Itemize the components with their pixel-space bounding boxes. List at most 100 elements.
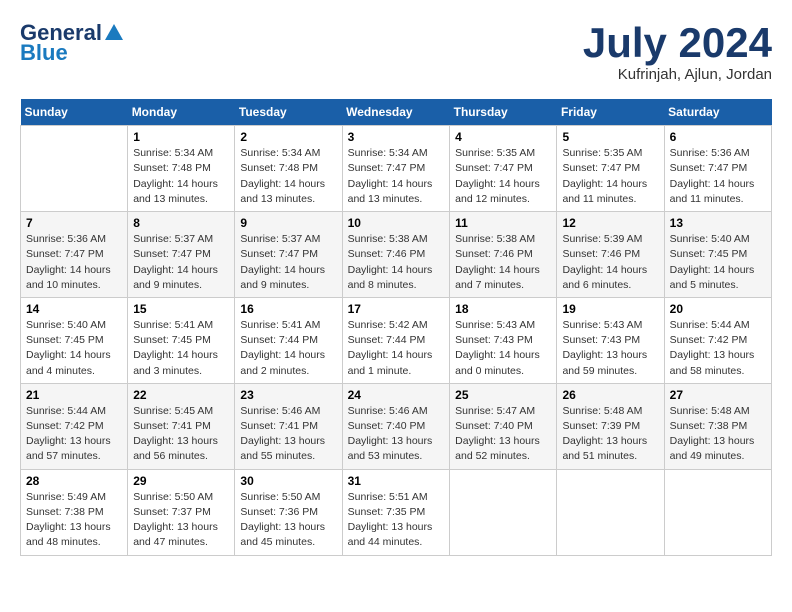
day-number: 6 [670,130,766,144]
month-title: July 2024 [583,20,772,66]
day-info: Sunrise: 5:35 AM Sunset: 7:47 PM Dayligh… [562,146,658,207]
day-info: Sunrise: 5:36 AM Sunset: 7:47 PM Dayligh… [670,146,766,207]
calendar-cell: 4 Sunrise: 5:35 AM Sunset: 7:47 PM Daylig… [450,126,557,212]
day-info: Sunrise: 5:45 AM Sunset: 7:41 PM Dayligh… [133,404,229,465]
day-number: 25 [455,388,551,402]
col-header-monday: Monday [128,99,235,126]
day-number: 15 [133,302,229,316]
col-header-saturday: Saturday [664,99,771,126]
day-number: 30 [240,474,336,488]
day-info: Sunrise: 5:41 AM Sunset: 7:44 PM Dayligh… [240,318,336,379]
day-info: Sunrise: 5:39 AM Sunset: 7:46 PM Dayligh… [562,232,658,293]
calendar-cell [557,469,664,555]
calendar-cell [664,469,771,555]
calendar-cell: 17 Sunrise: 5:42 AM Sunset: 7:44 PM Dayli… [342,297,450,383]
col-header-friday: Friday [557,99,664,126]
day-number: 18 [455,302,551,316]
calendar-cell [21,126,128,212]
calendar-cell: 25 Sunrise: 5:47 AM Sunset: 7:40 PM Dayli… [450,383,557,469]
day-number: 27 [670,388,766,402]
day-info: Sunrise: 5:50 AM Sunset: 7:36 PM Dayligh… [240,490,336,551]
calendar-cell: 6 Sunrise: 5:36 AM Sunset: 7:47 PM Daylig… [664,126,771,212]
day-info: Sunrise: 5:38 AM Sunset: 7:46 PM Dayligh… [348,232,445,293]
day-number: 28 [26,474,122,488]
col-header-sunday: Sunday [21,99,128,126]
day-number: 7 [26,216,122,230]
calendar-cell: 24Sunrise: 5:46 AM Sunset: 7:40 PM Dayli… [342,383,450,469]
day-info: Sunrise: 5:34 AM Sunset: 7:48 PM Dayligh… [133,146,229,207]
day-number: 4 [455,130,551,144]
day-number: 29 [133,474,229,488]
calendar-cell: 11 Sunrise: 5:38 AM Sunset: 7:46 PM Dayli… [450,212,557,298]
day-number: 12 [562,216,658,230]
day-number: 19 [562,302,658,316]
calendar-cell: 14Sunrise: 5:40 AM Sunset: 7:45 PM Dayli… [21,297,128,383]
day-info: Sunrise: 5:49 AM Sunset: 7:38 PM Dayligh… [26,490,122,551]
day-info: Sunrise: 5:42 AM Sunset: 7:44 PM Dayligh… [348,318,445,379]
calendar-cell: 31 Sunrise: 5:51 AM Sunset: 7:35 PM Dayli… [342,469,450,555]
calendar-cell [450,469,557,555]
calendar-cell: 30 Sunrise: 5:50 AM Sunset: 7:36 PM Dayli… [235,469,342,555]
day-info: Sunrise: 5:37 AM Sunset: 7:47 PM Dayligh… [240,232,336,293]
calendar-cell: 16 Sunrise: 5:41 AM Sunset: 7:44 PM Dayli… [235,297,342,383]
logo-blue-text: Blue [20,40,68,66]
day-info: Sunrise: 5:34 AM Sunset: 7:47 PM Dayligh… [348,146,445,207]
day-info: Sunrise: 5:50 AM Sunset: 7:37 PM Dayligh… [133,490,229,551]
calendar-week-3: 14Sunrise: 5:40 AM Sunset: 7:45 PM Dayli… [21,297,772,383]
day-number: 11 [455,216,551,230]
day-info: Sunrise: 5:51 AM Sunset: 7:35 PM Dayligh… [348,490,445,551]
calendar-cell: 5 Sunrise: 5:35 AM Sunset: 7:47 PM Daylig… [557,126,664,212]
day-info: Sunrise: 5:36 AM Sunset: 7:47 PM Dayligh… [26,232,122,293]
day-number: 3 [348,130,445,144]
calendar-cell: 20 Sunrise: 5:44 AM Sunset: 7:42 PM Dayli… [664,297,771,383]
calendar-cell: 22 Sunrise: 5:45 AM Sunset: 7:41 PM Dayli… [128,383,235,469]
day-number: 9 [240,216,336,230]
page-header: General Blue July 2024 Kufrinjah, Ajlun,… [20,20,772,83]
calendar-cell: 15 Sunrise: 5:41 AM Sunset: 7:45 PM Dayli… [128,297,235,383]
calendar-cell: 3 Sunrise: 5:34 AM Sunset: 7:47 PM Daylig… [342,126,450,212]
day-number: 22 [133,388,229,402]
col-header-thursday: Thursday [450,99,557,126]
day-info: Sunrise: 5:48 AM Sunset: 7:39 PM Dayligh… [562,404,658,465]
calendar-header: SundayMondayTuesdayWednesdayThursdayFrid… [21,99,772,126]
day-number: 5 [562,130,658,144]
day-number: 24 [348,388,445,402]
calendar-cell: 29 Sunrise: 5:50 AM Sunset: 7:37 PM Dayli… [128,469,235,555]
day-info: Sunrise: 5:38 AM Sunset: 7:46 PM Dayligh… [455,232,551,293]
day-info: Sunrise: 5:47 AM Sunset: 7:40 PM Dayligh… [455,404,551,465]
day-info: Sunrise: 5:44 AM Sunset: 7:42 PM Dayligh… [26,404,122,465]
calendar-cell: 13Sunrise: 5:40 AM Sunset: 7:45 PM Dayli… [664,212,771,298]
calendar-cell: 19Sunrise: 5:43 AM Sunset: 7:43 PM Dayli… [557,297,664,383]
calendar-cell: 9 Sunrise: 5:37 AM Sunset: 7:47 PM Daylig… [235,212,342,298]
day-number: 16 [240,302,336,316]
location-text: Kufrinjah, Ajlun, Jordan [583,66,772,83]
day-number: 10 [348,216,445,230]
day-number: 20 [670,302,766,316]
calendar-cell: 7 Sunrise: 5:36 AM Sunset: 7:47 PM Daylig… [21,212,128,298]
calendar-cell: 21 Sunrise: 5:44 AM Sunset: 7:42 PM Dayli… [21,383,128,469]
day-info: Sunrise: 5:35 AM Sunset: 7:47 PM Dayligh… [455,146,551,207]
logo-icon [103,22,125,44]
col-header-tuesday: Tuesday [235,99,342,126]
day-info: Sunrise: 5:37 AM Sunset: 7:47 PM Dayligh… [133,232,229,293]
calendar-week-1: 1Sunrise: 5:34 AM Sunset: 7:48 PM Daylig… [21,126,772,212]
day-info: Sunrise: 5:44 AM Sunset: 7:42 PM Dayligh… [670,318,766,379]
day-info: Sunrise: 5:40 AM Sunset: 7:45 PM Dayligh… [670,232,766,293]
calendar-cell: 1Sunrise: 5:34 AM Sunset: 7:48 PM Daylig… [128,126,235,212]
day-number: 31 [348,474,445,488]
calendar-cell: 12 Sunrise: 5:39 AM Sunset: 7:46 PM Dayli… [557,212,664,298]
day-number: 26 [562,388,658,402]
calendar-week-4: 21 Sunrise: 5:44 AM Sunset: 7:42 PM Dayli… [21,383,772,469]
calendar-table: SundayMondayTuesdayWednesdayThursdayFrid… [20,99,772,555]
day-number: 21 [26,388,122,402]
day-number: 23 [240,388,336,402]
day-info: Sunrise: 5:43 AM Sunset: 7:43 PM Dayligh… [455,318,551,379]
calendar-cell: 10 Sunrise: 5:38 AM Sunset: 7:46 PM Dayli… [342,212,450,298]
calendar-cell: 28 Sunrise: 5:49 AM Sunset: 7:38 PM Dayli… [21,469,128,555]
title-block: July 2024 Kufrinjah, Ajlun, Jordan [583,20,772,83]
day-number: 14 [26,302,122,316]
day-number: 17 [348,302,445,316]
calendar-cell: 8Sunrise: 5:37 AM Sunset: 7:47 PM Daylig… [128,212,235,298]
logo: General Blue [20,20,126,66]
day-info: Sunrise: 5:41 AM Sunset: 7:45 PM Dayligh… [133,318,229,379]
